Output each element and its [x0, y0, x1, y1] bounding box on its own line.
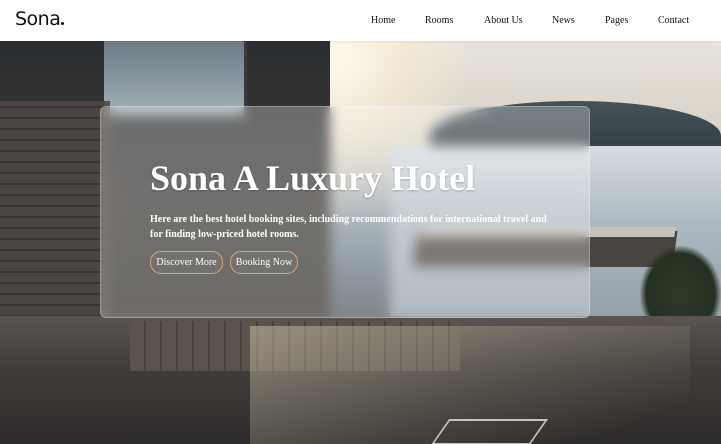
- hero-title: Sona A Luxury Hotel: [150, 158, 476, 198]
- nav-item-about-us[interactable]: About Us: [484, 15, 523, 26]
- nav-item-rooms[interactable]: Rooms: [425, 15, 453, 26]
- booking-now-button[interactable]: Booking Now: [230, 251, 298, 274]
- main-nav: Home Rooms About Us News Pages Contact: [0, 15, 721, 29]
- discover-more-button[interactable]: Discover More: [150, 251, 223, 274]
- hero-description: Here are the best hotel booking sites, i…: [150, 214, 547, 240]
- nav-item-news[interactable]: News: [552, 15, 575, 26]
- palm-trees: [640, 246, 721, 326]
- nav-item-pages[interactable]: Pages: [605, 15, 628, 26]
- nav-item-contact[interactable]: Contact: [658, 15, 689, 26]
- nav-item-home[interactable]: Home: [371, 15, 395, 26]
- road-marking: [430, 419, 549, 444]
- top-navbar: Sona Home Rooms About Us News Pages Cont…: [0, 0, 721, 41]
- building-window: [104, 41, 247, 116]
